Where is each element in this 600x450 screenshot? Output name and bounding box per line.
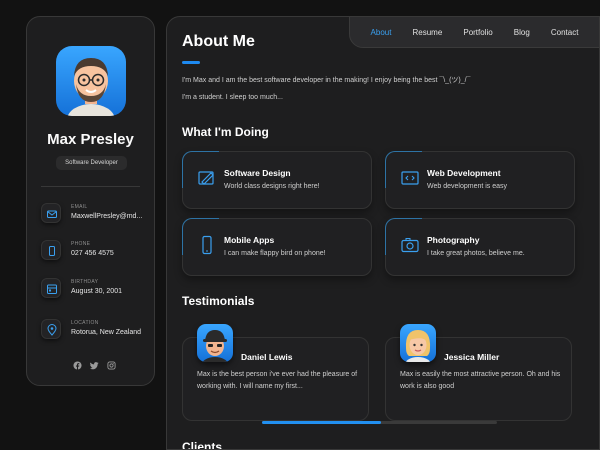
main-content: About Resume Portfolio Blog Contact Abou… xyxy=(166,16,600,450)
avatar xyxy=(56,46,126,116)
testimonial-author: Jessica Miller xyxy=(444,352,500,362)
service-desc: Web development is easy xyxy=(427,183,508,190)
twitter-icon[interactable] xyxy=(90,361,99,370)
profile-name: Max Presley xyxy=(47,131,134,148)
nav-about[interactable]: About xyxy=(371,28,392,37)
service-title: Mobile Apps xyxy=(224,235,275,245)
navbar: About Resume Portfolio Blog Contact xyxy=(349,17,599,48)
calendar-icon xyxy=(41,278,61,298)
contact-label: LOCATION xyxy=(71,320,99,326)
avatar xyxy=(197,324,233,362)
testimonial-text: Max is the best person i've ever had the… xyxy=(197,371,358,390)
testimonial-text: Max is easily the most attractive person… xyxy=(400,371,561,390)
testimonials-scrollbar[interactable] xyxy=(262,421,497,424)
mail-icon xyxy=(41,203,61,223)
service-card: Software Design World class designs righ… xyxy=(182,151,372,209)
page-title: About Me xyxy=(182,33,255,50)
contact-phone: PHONE 027 456 4575 xyxy=(41,240,151,270)
nav-portfolio[interactable]: Portfolio xyxy=(463,28,492,37)
instagram-icon[interactable] xyxy=(107,361,116,370)
nav-resume[interactable]: Resume xyxy=(413,28,443,37)
testimonial-card[interactable]: Daniel Lewis Max is the best person i've… xyxy=(182,324,369,421)
profile-title-badge: Software Developer xyxy=(56,156,127,170)
sidebar: Max Presley Software Developer EMAIL Max… xyxy=(26,16,155,386)
contact-label: PHONE xyxy=(71,241,91,247)
code-icon xyxy=(401,171,419,185)
email-link[interactable]: MaxwellPresley@md... xyxy=(71,212,149,222)
contact-email: EMAIL MaxwellPresley@md... xyxy=(41,203,151,233)
birthday-value: August 30, 2001 xyxy=(71,288,122,295)
service-title: Web Development xyxy=(427,168,501,178)
service-card: Photography I take great photos, believe… xyxy=(385,218,575,276)
service-desc: I can make flappy bird on phone! xyxy=(224,250,326,257)
phone-link[interactable]: 027 456 4575 xyxy=(71,249,149,259)
facebook-icon[interactable] xyxy=(73,361,82,370)
mobile-icon xyxy=(202,235,212,255)
service-title: Photography xyxy=(427,235,480,245)
phone-icon xyxy=(41,240,61,260)
design-icon xyxy=(198,171,214,185)
clients-heading: Clients xyxy=(182,440,223,450)
contact-birthday: BIRTHDAY August 30, 2001 xyxy=(41,278,151,308)
service-card: Web Development Web development is easy xyxy=(385,151,575,209)
contact-label: BIRTHDAY xyxy=(71,279,99,285)
about-paragraph: I'm Max and I am the best software devel… xyxy=(182,77,471,84)
camera-icon xyxy=(401,238,419,253)
testimonial-author: Daniel Lewis xyxy=(241,352,293,362)
testimonial-card[interactable]: Jessica Miller Max is easily the most at… xyxy=(385,324,572,421)
services-heading: What I'm Doing xyxy=(182,125,269,139)
nav-contact[interactable]: Contact xyxy=(551,28,579,37)
title-underline xyxy=(182,61,200,64)
nav-blog[interactable]: Blog xyxy=(514,28,530,37)
location-value: Rotorua, New Zealand xyxy=(71,329,142,336)
contact-label: EMAIL xyxy=(71,204,88,210)
contact-location: LOCATION Rotorua, New Zealand xyxy=(41,319,151,349)
service-desc: I take great photos, believe me. xyxy=(427,250,525,257)
about-paragraph: I'm a student. I sleep too much... xyxy=(182,94,283,101)
sidebar-divider xyxy=(41,186,140,187)
social-links xyxy=(73,361,116,370)
service-card: Mobile Apps I can make flappy bird on ph… xyxy=(182,218,372,276)
service-title: Software Design xyxy=(224,168,291,178)
avatar xyxy=(400,324,436,362)
testimonials-heading: Testimonials xyxy=(182,294,255,308)
location-icon xyxy=(41,319,61,339)
scrollbar-thumb[interactable] xyxy=(262,421,381,424)
service-desc: World class designs right here! xyxy=(224,183,320,190)
